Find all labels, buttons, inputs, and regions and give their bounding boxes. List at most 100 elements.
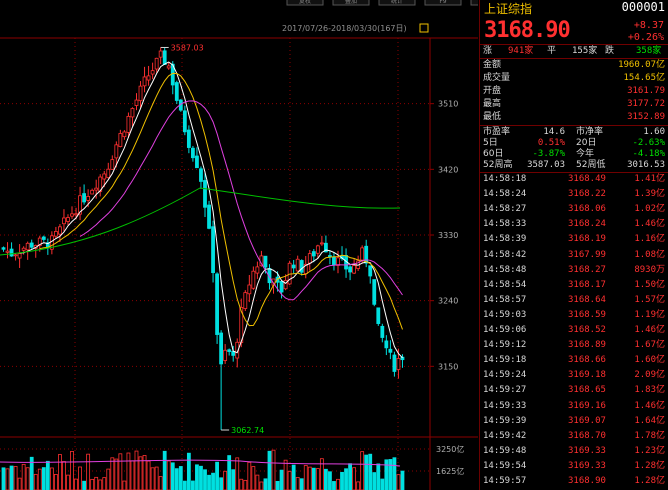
candle-body <box>291 264 296 269</box>
volume-bar <box>231 469 236 490</box>
candle-body <box>17 253 22 259</box>
tick-volume: 2.09亿 <box>634 370 665 381</box>
candle-body <box>364 245 369 264</box>
tick-time: 14:59:42 <box>483 430 527 441</box>
candle-body <box>94 187 99 191</box>
volume-bar <box>82 480 86 490</box>
volume-bar <box>360 451 365 490</box>
volume-bar <box>267 450 272 490</box>
kline-chart-svg[interactable]: 复权叠加统计F9画线2017/07/26-2018/03/30(167日)351… <box>0 0 478 490</box>
volume-bar <box>174 468 179 490</box>
candle-body <box>243 292 248 309</box>
candle-body <box>58 226 62 235</box>
tick-row: 14:58:48 3168.27 8930万 <box>480 265 668 276</box>
volume-bar <box>45 460 50 490</box>
tick-row: 14:58:24 3168.22 1.39亿 <box>480 189 668 200</box>
candle-body <box>174 82 179 101</box>
volume-bar <box>1 467 6 490</box>
candle-body <box>247 284 252 295</box>
tick-row: 14:59:39 3169.07 1.64亿 <box>480 416 668 427</box>
tick-price: 3168.49 <box>568 174 606 184</box>
tick-price: 3167.99 <box>568 249 606 260</box>
tick-volume: 1.64亿 <box>634 415 665 426</box>
breadth-row: 涨 941家 平 155家 跌 358家 <box>480 46 668 57</box>
field-value: 3161.79 <box>627 86 665 96</box>
candle-body <box>186 129 191 148</box>
candle-body <box>311 251 316 257</box>
volume-bar <box>70 450 74 490</box>
volume-bar <box>203 469 207 490</box>
candle-body <box>203 180 207 208</box>
candle-body <box>126 115 131 133</box>
volume-bar <box>158 476 163 490</box>
tick-time: 14:58:39 <box>483 234 527 245</box>
candle-body <box>118 133 123 147</box>
volume-bar <box>215 461 219 490</box>
tick-row: 14:58:27 3168.06 1.02亿 <box>480 204 668 215</box>
candle-body <box>142 76 147 87</box>
quote-field-row: 成交量 154.65亿 <box>480 73 668 84</box>
volume-bar <box>166 460 171 490</box>
volume-bar <box>150 467 155 490</box>
tick-time: 14:59:03 <box>483 309 527 320</box>
volume-bar <box>352 467 357 490</box>
volume-bar <box>307 466 312 490</box>
tick-price: 3168.89 <box>568 340 606 351</box>
volume-bar <box>356 481 361 490</box>
volume-bar <box>311 467 316 490</box>
stat-value: 0.51% <box>537 138 565 148</box>
tick-volume: 1.78亿 <box>634 430 665 441</box>
candle-body <box>114 144 119 159</box>
volume-bar <box>400 470 405 490</box>
tick-time: 14:59:06 <box>483 325 527 335</box>
candle-body <box>295 258 300 272</box>
price-tick-label: 3510 <box>438 100 458 109</box>
tick-volume: 1.60亿 <box>634 355 665 366</box>
volume-bar <box>25 467 30 490</box>
volume-bar <box>384 459 389 490</box>
volume-bar <box>287 471 292 490</box>
tick-volume: 1.46亿 <box>634 400 665 411</box>
candle-body <box>388 348 393 353</box>
candle-body <box>90 189 95 195</box>
volume-bar <box>37 468 42 490</box>
kline-chart[interactable]: 复权叠加统计F9画线2017/07/26-2018/03/30(167日)351… <box>0 0 478 490</box>
tick-price: 3168.22 <box>568 189 606 200</box>
volume-bar <box>122 480 127 490</box>
price-tick-label: 3420 <box>438 165 458 174</box>
candle-body <box>102 173 107 180</box>
volume-bar <box>364 454 369 490</box>
tick-price: 3168.66 <box>568 355 606 366</box>
tick-volume: 1.28亿 <box>634 476 665 486</box>
flat-label: 平 <box>547 46 557 56</box>
stat-value: 1.60 <box>643 127 665 137</box>
volume-bar <box>344 468 348 490</box>
tick-time: 14:59:18 <box>483 355 527 366</box>
volume-bar <box>182 480 187 490</box>
index-code: 000001 <box>621 0 665 14</box>
volume-bar <box>263 478 268 490</box>
stat-value: 3587.03 <box>527 160 565 170</box>
divider <box>480 44 668 45</box>
volume-bar <box>303 465 308 490</box>
volume-bar <box>247 461 252 490</box>
candle-body <box>332 256 336 266</box>
candle-body <box>25 242 30 251</box>
tick-time: 14:59:12 <box>483 340 527 351</box>
tick-price: 3169.33 <box>568 460 606 471</box>
volume-bar <box>388 459 393 490</box>
tick-time: 14:59:48 <box>483 445 527 456</box>
tick-row: 14:58:33 3168.24 1.46亿 <box>480 219 668 230</box>
stat-row: 市盈率 14.6 市净率 1.60 <box>480 127 668 138</box>
tick-price: 3169.33 <box>568 445 606 456</box>
volume-bar <box>376 463 381 490</box>
field-label: 最高 <box>483 99 502 109</box>
volume-bar <box>219 477 224 490</box>
candle-body <box>191 147 195 159</box>
tick-price: 3168.64 <box>568 294 606 305</box>
stat-value: -2.63% <box>632 138 665 148</box>
quote-field-row: 最低 3152.89 <box>480 112 668 123</box>
tick-row: 14:59:27 3168.65 1.83亿 <box>480 385 668 396</box>
candle-body <box>150 70 155 75</box>
tick-row: 14:58:39 3168.19 1.16亿 <box>480 234 668 245</box>
